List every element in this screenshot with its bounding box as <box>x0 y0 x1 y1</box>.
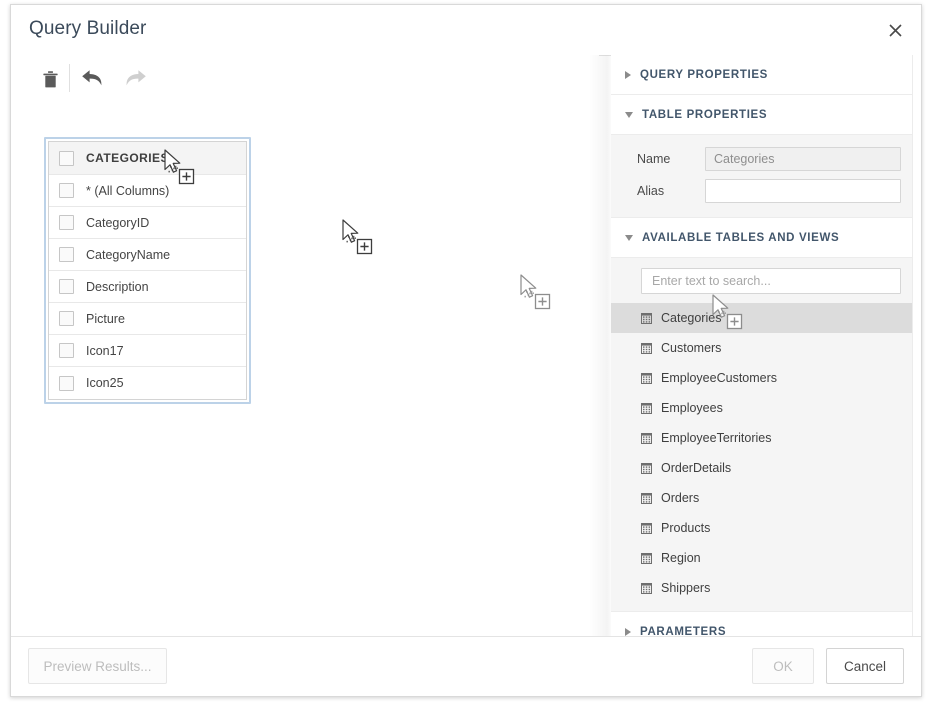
available-table-item[interactable]: Customers <box>611 333 921 363</box>
available-table-label: Orders <box>661 491 700 505</box>
table-card-column-row[interactable]: CategoryName <box>49 239 246 271</box>
table-card-column-row[interactable]: CategoryID <box>49 207 246 239</box>
table-card-column-list: * (All Columns) CategoryID CategoryName Des… <box>49 175 246 399</box>
chevron-down-icon <box>625 234 633 241</box>
column-checkbox[interactable] <box>59 279 74 294</box>
available-table-label: OrderDetails <box>661 461 732 475</box>
available-table-label: EmployeeTerritories <box>661 431 772 445</box>
table-alias-field[interactable] <box>705 179 901 203</box>
available-table-item[interactable]: EmployeeTerritories <box>611 423 921 453</box>
ok-button: OK <box>752 648 814 684</box>
dialog-footer: Preview Results... OK Cancel <box>11 636 921 696</box>
chevron-right-icon <box>625 70 631 79</box>
column-checkbox[interactable] <box>59 247 74 262</box>
drag-add-cursor-canvas-2 <box>519 274 559 319</box>
name-label: Name <box>637 152 671 166</box>
table-grid-icon <box>641 372 652 384</box>
table-card-body: CATEGORIES * (All Columns) CategoryID Cate… <box>48 141 247 400</box>
canvas-toolbar <box>11 55 599 105</box>
table-grid-icon <box>641 582 652 594</box>
column-checkbox[interactable] <box>59 311 74 326</box>
page-title: Query Builder <box>29 18 147 39</box>
table-grid-icon <box>641 402 652 414</box>
table-name-field <box>705 147 901 171</box>
panel-scrollbar[interactable] <box>912 55 921 637</box>
query-canvas[interactable]: CATEGORIES * (All Columns) CategoryID Cate… <box>11 55 599 637</box>
available-tables-body: Categories Customers EmployeeCustomers Empl… <box>611 258 921 612</box>
table-grid-icon <box>641 552 652 564</box>
chevron-down-icon <box>625 111 633 118</box>
available-table-label: Products <box>661 521 711 535</box>
table-grid-icon <box>641 492 652 504</box>
table-card-column-row[interactable]: Icon25 <box>49 367 246 399</box>
undo-arrow-icon[interactable] <box>74 61 110 97</box>
column-label: CategoryID <box>86 215 150 230</box>
column-label: Description <box>86 279 149 294</box>
trash-icon[interactable] <box>32 61 68 97</box>
column-checkbox[interactable] <box>59 375 74 391</box>
table-card-column-row[interactable]: Icon17 <box>49 335 246 367</box>
available-table-item[interactable]: Products <box>611 513 921 543</box>
search-input[interactable] <box>641 268 901 294</box>
section-header-table-properties[interactable]: TABLE PROPERTIES <box>611 95 921 135</box>
section-title-available-tables: AVAILABLE TABLES AND VIEWS <box>642 231 840 244</box>
table-card-column-row[interactable]: Description <box>49 271 246 303</box>
table-properties-body: Name Alias <box>611 135 921 218</box>
available-table-item[interactable]: Categories <box>611 303 921 333</box>
cancel-button[interactable]: Cancel <box>826 648 904 684</box>
column-label: CategoryName <box>86 247 171 262</box>
form-row-name: Name <box>625 147 901 171</box>
form-row-alias: Alias <box>625 179 901 203</box>
available-table-label: Customers <box>661 341 722 355</box>
title-bar: Query Builder <box>11 5 921 56</box>
available-tables-list: Categories Customers EmployeeCustomers Empl… <box>611 303 921 603</box>
column-label: Icon17 <box>86 343 124 358</box>
column-label: * (All Columns) <box>86 183 170 198</box>
drag-add-cursor-canvas-1 <box>341 219 381 264</box>
column-checkbox[interactable] <box>59 215 74 230</box>
table-grid-icon <box>641 432 652 444</box>
preview-results-button: Preview Results... <box>28 648 167 684</box>
available-table-label: Employees <box>661 401 723 415</box>
table-grid-icon <box>641 462 652 474</box>
table-card-header-checkbox[interactable] <box>59 150 74 166</box>
available-table-item[interactable]: EmployeeCustomers <box>611 363 921 393</box>
table-card-categories[interactable]: CATEGORIES * (All Columns) CategoryID Cate… <box>44 137 251 404</box>
available-table-item[interactable]: Orders <box>611 483 921 513</box>
table-card-column-row[interactable]: Picture <box>49 303 246 335</box>
chevron-right-icon <box>625 627 631 636</box>
section-title-table-properties: TABLE PROPERTIES <box>642 108 768 121</box>
available-table-label: Categories <box>661 311 722 325</box>
column-checkbox[interactable] <box>59 183 74 198</box>
table-card-header[interactable]: CATEGORIES <box>49 142 246 175</box>
available-table-item[interactable]: Region <box>611 543 921 573</box>
available-table-item[interactable]: Employees <box>611 393 921 423</box>
query-builder-dialog: Query Builder CATEGORIES * (All Columns)… <box>10 4 922 697</box>
section-header-parameters[interactable]: PARAMETERS <box>611 612 921 637</box>
redo-arrow-icon <box>117 61 153 97</box>
alias-label: Alias <box>637 184 665 198</box>
table-card-title: CATEGORIES <box>86 151 169 165</box>
search-wrapper <box>611 258 921 303</box>
column-label: Icon25 <box>86 376 124 390</box>
column-label: Picture <box>86 311 125 326</box>
table-grid-icon <box>641 342 652 354</box>
toolbar-separator <box>69 64 70 92</box>
available-table-label: EmployeeCustomers <box>661 371 778 385</box>
available-table-label: Region <box>661 551 701 565</box>
table-grid-icon <box>641 312 652 324</box>
table-grid-icon <box>641 522 652 534</box>
available-table-label: Shippers <box>661 581 711 595</box>
properties-panel: QUERY PROPERTIES TABLE PROPERTIES Name A… <box>611 55 921 637</box>
column-checkbox[interactable] <box>59 343 74 358</box>
table-card-column-row[interactable]: * (All Columns) <box>49 175 246 207</box>
section-title-query-properties: QUERY PROPERTIES <box>640 68 768 81</box>
available-table-item[interactable]: OrderDetails <box>611 453 921 483</box>
section-header-query-properties[interactable]: QUERY PROPERTIES <box>611 55 921 95</box>
section-header-available-tables[interactable]: AVAILABLE TABLES AND VIEWS <box>611 218 921 258</box>
available-table-item[interactable]: Shippers <box>611 573 921 603</box>
close-icon[interactable] <box>875 11 915 49</box>
